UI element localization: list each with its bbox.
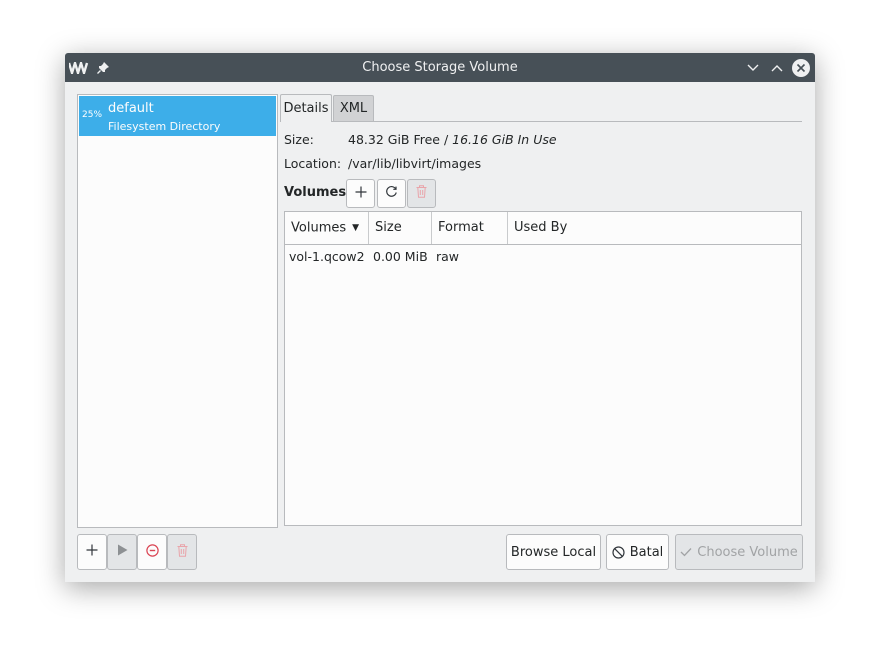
add-volume-button[interactable]: [346, 179, 375, 208]
size-free: 48.32 GiB Free /: [348, 132, 453, 147]
plus-icon: [86, 544, 98, 560]
titlebar: Choose Storage Volume: [65, 53, 815, 82]
column-header-volumes[interactable]: Volumes ▼: [285, 212, 369, 244]
volumes-heading: Volumes: [284, 185, 347, 200]
start-pool-button[interactable]: [107, 534, 137, 570]
checkmark-icon: [680, 547, 692, 557]
size-in-use: 16.16 GiB In Use: [452, 132, 557, 147]
choose-storage-volume-dialog: Choose Storage Volume 25% default Filesy…: [65, 53, 815, 582]
location-label: Location:: [284, 156, 342, 171]
maximize-icon[interactable]: [767, 53, 787, 82]
size-value: 48.32 GiB Free / 16.16 GiB In Use: [348, 132, 557, 147]
choose-volume-button[interactable]: Choose Volume: [675, 534, 803, 570]
location-value: /var/lib/libvirt/images: [348, 156, 482, 171]
cell-volume-size: 0.00 MiB: [373, 249, 428, 264]
column-header-used-by[interactable]: Used By: [508, 212, 801, 244]
delete-pool-button[interactable]: [167, 534, 197, 570]
pool-name: default: [108, 101, 154, 116]
column-header-size[interactable]: Size: [369, 212, 432, 244]
delete-volume-button[interactable]: [407, 179, 436, 208]
cancel-icon: [612, 545, 625, 559]
cell-volume-format: raw: [436, 249, 460, 264]
browse-local-label: Browse Local: [510, 544, 597, 560]
tab-xml[interactable]: XML: [333, 95, 374, 121]
pool-type: Filesystem Directory: [108, 120, 221, 133]
choose-volume-label: Choose Volume: [697, 544, 798, 560]
close-icon[interactable]: [791, 53, 811, 82]
window-title: Choose Storage Volume: [362, 60, 518, 75]
stop-circle-icon: [145, 543, 159, 561]
pool-item-default[interactable]: 25% default Filesystem Directory: [79, 96, 276, 136]
pool-usage: 25%: [82, 110, 103, 120]
size-label: Size:: [284, 132, 314, 147]
refresh-volumes-button[interactable]: [377, 179, 406, 208]
refresh-icon: [385, 185, 398, 202]
column-header-format[interactable]: Format: [432, 212, 508, 244]
volumes-table[interactable]: Volumes ▼ Size Format Used By vol-1.qcow2…: [284, 211, 802, 526]
browse-local-button[interactable]: Browse Local: [506, 534, 601, 570]
minimize-icon[interactable]: [743, 53, 763, 82]
tab-divider: [284, 121, 802, 122]
cancel-label: Batal: [629, 544, 664, 560]
stop-pool-button[interactable]: [137, 534, 167, 570]
trash-icon: [177, 543, 188, 561]
sort-descending-icon: ▼: [352, 223, 360, 233]
column-header-label: Volumes: [291, 220, 347, 236]
play-icon: [117, 544, 128, 560]
plus-icon: [355, 186, 367, 202]
table-row[interactable]: vol-1.qcow2 0.00 MiB raw: [285, 244, 801, 270]
storage-pool-list[interactable]: 25% default Filesystem Directory: [77, 94, 278, 528]
tab-details[interactable]: Details: [280, 94, 332, 122]
table-header: Volumes ▼ Size Format Used By: [285, 212, 801, 245]
trash-icon: [416, 185, 427, 202]
cell-volume-name: vol-1.qcow2: [289, 249, 365, 264]
add-pool-button[interactable]: [77, 534, 107, 570]
cancel-button[interactable]: Batal: [606, 534, 669, 570]
